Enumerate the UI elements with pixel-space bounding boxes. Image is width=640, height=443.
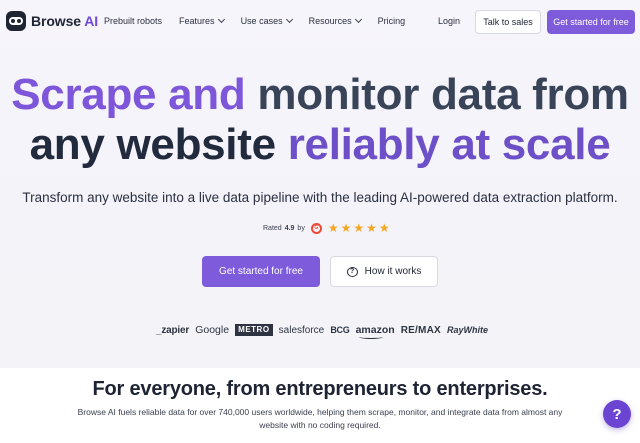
chevron-down-icon <box>354 15 362 24</box>
google-logo: Google <box>195 324 230 336</box>
chat-question-icon: ? <box>346 266 358 277</box>
robot-logo-icon <box>6 11 26 31</box>
zapier-logo: _zapier <box>156 324 190 336</box>
question-mark-icon: ? <box>612 405 622 423</box>
talk-to-sales-button[interactable]: Talk to sales <box>475 10 541 34</box>
star-icon: ★ <box>378 221 390 235</box>
star-icon: ★ <box>340 221 352 235</box>
login-link[interactable]: Login <box>438 16 460 26</box>
brand-name: Browse AI <box>31 13 99 29</box>
nav-item-prebuilt-robots[interactable]: Prebuilt robots <box>104 16 162 26</box>
nav-item-pricing[interactable]: Pricing <box>378 16 406 26</box>
star-icon: ★ <box>366 221 377 235</box>
nav-item-features[interactable]: Features <box>179 15 225 26</box>
chevron-down-icon <box>217 15 225 24</box>
remax-logo: RE/MAX <box>400 324 441 336</box>
amazon-logo: amazon <box>355 324 395 339</box>
nav-get-started-button[interactable]: Get started for free <box>547 10 635 34</box>
brand-logo[interactable]: Browse AI <box>6 11 98 31</box>
hero-get-started-button[interactable]: Get started for free <box>202 256 320 287</box>
customer-logos: _zapier Google METRO salesforce BCG amaz… <box>156 322 488 339</box>
chevron-down-icon <box>285 15 293 24</box>
rating: Rated 4.9 by G ★ ★ ★ ★ ★ <box>263 221 390 235</box>
raywhite-logo: RayWhite <box>446 325 488 335</box>
hero-background <box>0 0 640 368</box>
section-body: Browse AI fuels reliable data for over 7… <box>77 407 563 430</box>
metro-logo: METRO <box>235 324 273 336</box>
star-icon: ★ <box>327 221 339 235</box>
star-rating: ★ ★ ★ ★ ★ <box>328 222 390 234</box>
nav-item-use-cases[interactable]: Use cases <box>241 15 293 26</box>
salesforce-logo: salesforce <box>278 324 325 336</box>
section-title: For everyone, from entrepreneurs to ente… <box>92 378 548 400</box>
hero-headline: Scrape and monitor data from any website… <box>11 70 629 169</box>
g2-icon: G <box>310 222 322 234</box>
help-chat-button[interactable]: ? <box>603 400 631 428</box>
how-it-works-button[interactable]: ? How it works <box>330 256 438 287</box>
nav-item-resources[interactable]: Resources <box>309 15 362 26</box>
star-icon: ★ <box>353 221 365 235</box>
hero-subtitle: Transform any website into a live data p… <box>22 190 618 205</box>
nav-links: Prebuilt robots Features Use cases Resou… <box>104 15 406 26</box>
how-it-works-label: How it works <box>364 266 422 277</box>
bcg-logo: BCG <box>330 325 350 335</box>
top-nav: Browse AI Prebuilt robots Features Use c… <box>0 0 640 44</box>
